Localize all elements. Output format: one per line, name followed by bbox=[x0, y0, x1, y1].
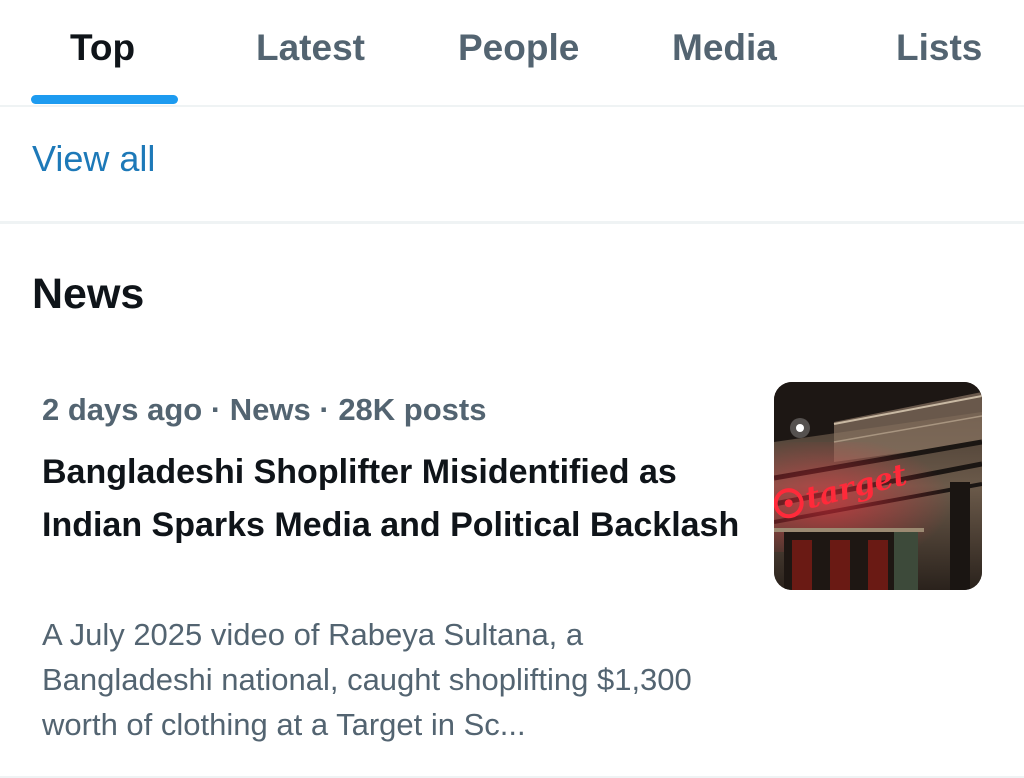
news-headline[interactable]: Bangladeshi Shoplifter Misidentified as … bbox=[42, 446, 742, 552]
view-all-link[interactable]: View all bbox=[32, 138, 155, 180]
tab-lists[interactable]: Lists bbox=[896, 26, 982, 70]
active-tab-indicator bbox=[31, 95, 178, 104]
store-sign-photo-icon: target bbox=[774, 382, 982, 590]
news-item[interactable]: 2 days ago · News · 28K posts Bangladesh… bbox=[0, 370, 1024, 778]
tab-people[interactable]: People bbox=[458, 26, 579, 70]
news-thumbnail[interactable]: target bbox=[774, 382, 982, 590]
tab-media[interactable]: Media bbox=[672, 26, 777, 70]
section-title-news: News bbox=[32, 270, 145, 318]
news-summary: A July 2025 video of Rabeya Sultana, a B… bbox=[42, 617, 692, 742]
tab-latest[interactable]: Latest bbox=[256, 26, 365, 70]
news-meta: 2 days ago · News · 28K posts bbox=[42, 392, 487, 427]
search-tabs: Top Latest People Media Lists bbox=[0, 0, 1024, 107]
section-divider bbox=[0, 221, 1024, 224]
tab-top[interactable]: Top bbox=[70, 26, 135, 70]
